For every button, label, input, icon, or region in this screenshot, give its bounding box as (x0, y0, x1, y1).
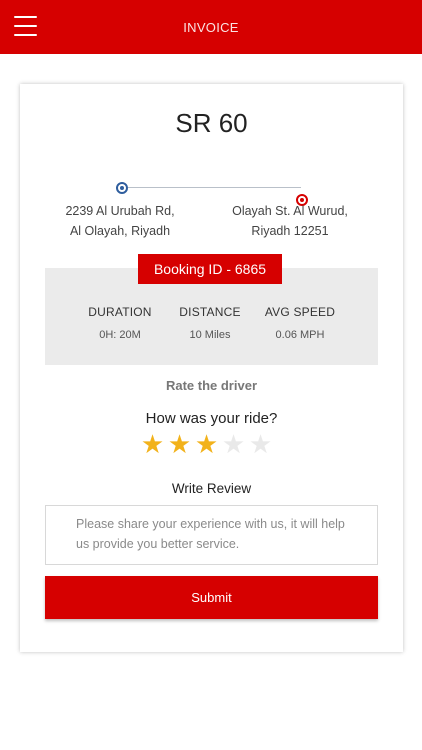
star-icon-4[interactable]: ★ (221, 431, 246, 457)
booking-id-badge: Booking ID - 6865 (138, 254, 282, 284)
stat-value: 0.06 MPH (275, 329, 325, 341)
rate-driver-heading: Rate the driver (165, 378, 258, 393)
stat-distance: DISTANCE 10 Miles (160, 305, 260, 341)
page-title: INVOICE (183, 19, 239, 35)
invoice-card: SR 60 2239 Al Urubah Rd, Al Olayah, Riya… (20, 84, 403, 652)
stat-duration: DURATION 0H: 20M (70, 305, 170, 341)
write-review-heading: Write Review (171, 481, 252, 496)
pickup-address-line2: Al Olayah, Riyadh (69, 224, 171, 238)
pickup-address: 2239 Al Urubah Rd, Al Olayah, Riyadh (55, 201, 185, 241)
star-icon-3[interactable]: ★ (194, 431, 219, 457)
hamburger-menu-icon[interactable] (14, 16, 37, 36)
star-icon-2[interactable]: ★ (167, 431, 192, 457)
dropoff-address: Olayah St. Al Wurud, Riyadh 12251 (225, 201, 355, 241)
star-icon-1[interactable]: ★ (140, 431, 165, 457)
stat-value: 10 Miles (189, 329, 231, 341)
stat-label: AVG SPEED (264, 305, 336, 319)
pickup-marker-icon (116, 182, 128, 194)
fare-amount: SR 60 (175, 108, 248, 138)
dropoff-address-line1: Olayah St. Al Wurud, (232, 204, 348, 218)
pickup-address-line1: 2239 Al Urubah Rd, (65, 204, 175, 218)
star-icon-5[interactable]: ★ (248, 431, 273, 457)
review-input[interactable] (45, 505, 378, 565)
stat-value: 0H: 20M (99, 329, 141, 341)
dropoff-address-line2: Riyadh 12251 (251, 224, 329, 238)
route-line (123, 187, 301, 188)
submit-button[interactable]: Submit (45, 576, 378, 619)
top-app-bar: INVOICE (0, 0, 422, 54)
stat-label: DISTANCE (179, 305, 241, 319)
star-rating: ★ ★ ★ ★ ★ (140, 431, 273, 462)
stat-label: DURATION (88, 305, 152, 319)
stat-avg-speed: AVG SPEED 0.06 MPH (250, 305, 350, 341)
ride-question: How was your ride? (145, 410, 278, 427)
